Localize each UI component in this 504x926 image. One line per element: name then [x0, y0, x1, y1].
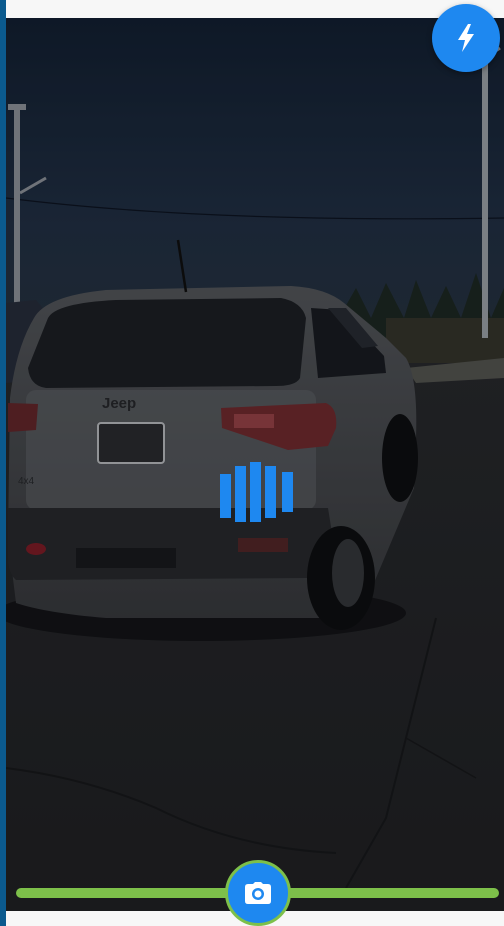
capture-button[interactable] [225, 860, 291, 926]
flash-button[interactable] [432, 4, 500, 72]
lightning-bolt-icon [458, 24, 474, 52]
camera-screen: Jeep 4x4 [0, 0, 504, 926]
vertical-bars-icon [220, 462, 293, 522]
camera-icon [245, 882, 271, 904]
top-bar [6, 0, 504, 18]
scan-indicator [220, 462, 298, 522]
